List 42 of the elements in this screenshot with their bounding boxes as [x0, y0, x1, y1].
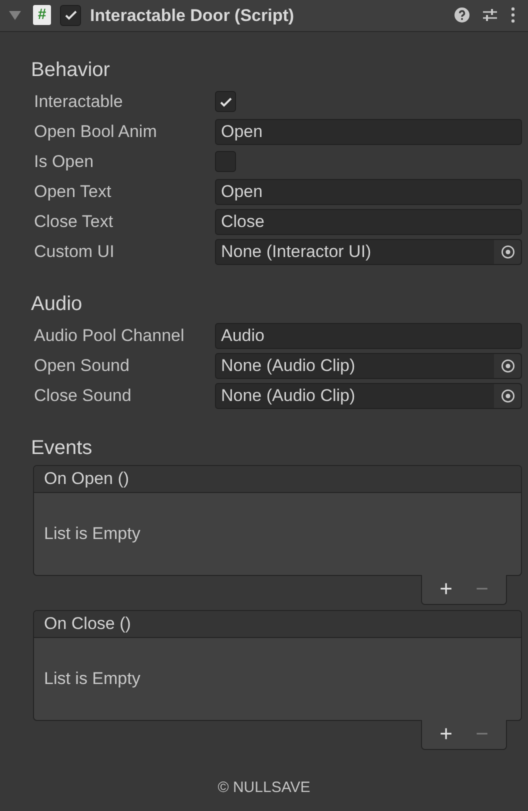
target-icon[interactable] [500, 244, 514, 258]
text-field[interactable]: Open [215, 118, 522, 144]
field-label: Audio Pool Channel [33, 324, 186, 347]
component-title: Interactable Door (Script) [90, 4, 296, 26]
field-label: Open Bool Anim [33, 120, 158, 143]
object-field[interactable]: None (Audio Clip) [215, 352, 522, 378]
sliders-icon[interactable] [482, 7, 498, 24]
list-button[interactable]: + [433, 723, 459, 745]
field-value: None (Interactor UI) [221, 240, 372, 263]
field-label: Interactable [33, 90, 124, 113]
object-field[interactable]: None (Audio Clip) [215, 382, 522, 408]
target-icon[interactable] [500, 358, 514, 372]
event-name: On Close () [34, 610, 521, 638]
script-icon: # [33, 5, 51, 26]
field-label: Close Text [33, 210, 114, 233]
target-icon[interactable] [500, 388, 514, 402]
section-heading: Audio [30, 292, 84, 316]
checkbox[interactable] [215, 151, 236, 172]
field-value: None (Audio Clip) [221, 354, 356, 377]
empty-list-text: List is Empty [44, 668, 140, 690]
object-field[interactable]: None (Interactor UI) [215, 238, 522, 264]
field-label: Custom UI [33, 240, 116, 263]
text-field[interactable]: Close [215, 208, 522, 234]
empty-list-text: List is Empty [44, 522, 140, 545]
checkmark-icon [64, 8, 78, 22]
field-value: None (Audio Clip) [221, 384, 356, 407]
section-heading: Behavior [30, 58, 111, 82]
help-icon[interactable] [454, 7, 470, 24]
field-label: Open Sound [33, 354, 130, 377]
checkbox[interactable] [215, 91, 236, 112]
list-button[interactable]: + [433, 578, 459, 600]
event-name: On Open () [34, 466, 521, 492]
enabled-checkbox[interactable] [60, 4, 81, 26]
field-label: Close Sound [33, 384, 132, 407]
field-label: Is Open [33, 150, 95, 173]
copyright-text: © NULLSAVE [218, 778, 310, 798]
foldout-icon[interactable] [9, 10, 21, 20]
text-field[interactable]: Open [215, 178, 522, 204]
section-heading: Events [30, 436, 94, 460]
more-icon[interactable] [510, 7, 516, 24]
field-label: Open Text [33, 180, 112, 203]
text-field[interactable]: Audio [215, 322, 522, 348]
